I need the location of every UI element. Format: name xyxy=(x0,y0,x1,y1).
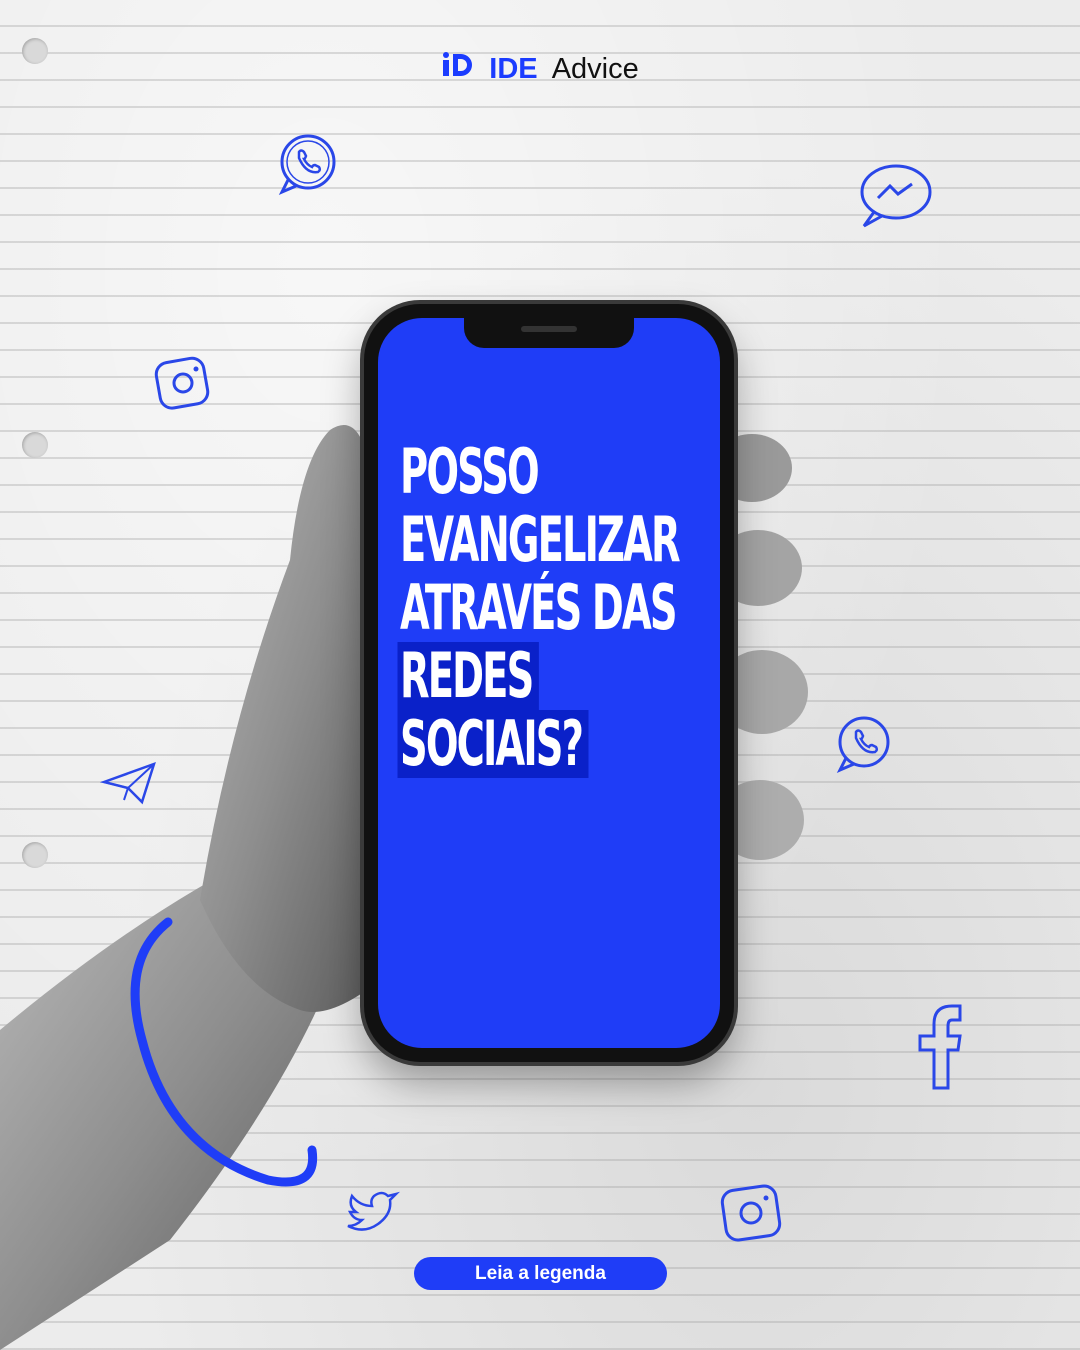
phone-screen: POSSO EVANGELIZAR ATRAVÉS DAS REDES SOCI… xyxy=(378,318,720,1048)
headline-highlight: SOCIAIS? xyxy=(397,710,589,778)
phone-speaker xyxy=(521,326,577,332)
phone-notch xyxy=(464,318,634,348)
headline-line: EVANGELIZAR xyxy=(400,503,681,576)
headline-line: ATRAVÉS DAS xyxy=(400,571,678,644)
headline: POSSO EVANGELIZAR ATRAVÉS DAS REDES SOCI… xyxy=(397,435,681,778)
headline-highlight: REDES xyxy=(397,642,539,710)
headline-line: POSSO xyxy=(400,435,540,508)
read-caption-button[interactable]: Leia a legenda xyxy=(414,1257,667,1290)
post-canvas: IDE Advice POSSO EVANGELIZAR ATRAVÉS DAS… xyxy=(0,0,1080,1350)
smartphone: POSSO EVANGELIZAR ATRAVÉS DAS REDES SOCI… xyxy=(364,304,734,1062)
